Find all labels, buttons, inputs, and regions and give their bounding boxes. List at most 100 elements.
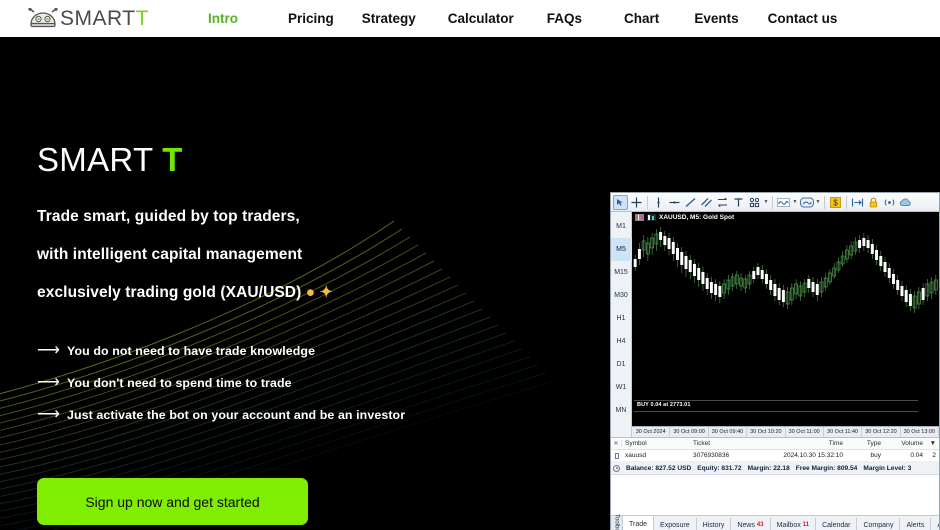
chevron-down-icon[interactable]: ▼: [792, 199, 798, 205]
table-row[interactable]: xauusd 3076930836 2024.10.30 15:32:10 bu…: [611, 450, 939, 462]
sort-caret-icon[interactable]: ▼: [926, 440, 939, 447]
timeframe-m30[interactable]: M30: [611, 284, 632, 307]
tab-mailbox[interactable]: Mailbox 11: [771, 518, 817, 530]
timeframe-h4[interactable]: H4: [611, 330, 632, 353]
timeframe-m1[interactable]: M1: [611, 215, 632, 238]
nav-link-faqs[interactable]: FAQs: [547, 11, 582, 26]
timeframe-m15[interactable]: M15: [611, 261, 632, 284]
tab-trade[interactable]: Trade: [623, 515, 655, 530]
candlestick-series: [633, 227, 938, 313]
nav-link-events[interactable]: Events: [694, 11, 738, 26]
tab-news[interactable]: News 43: [731, 518, 771, 530]
text-tool-icon[interactable]: [731, 195, 746, 210]
top-navigation-bar: SMARTT Intro Pricing Strategy Calculator…: [0, 0, 940, 37]
nav-link-intro[interactable]: Intro: [208, 11, 238, 26]
cell-volume: 0.04: [910, 452, 923, 459]
cell-symbol: xauusd: [625, 452, 646, 459]
buy-position-label: BUY 0.04 at 2773.01: [637, 402, 691, 408]
hero-subtitle-line-2: with intelligent capital management: [37, 246, 303, 264]
tab-news-label: News: [737, 521, 755, 529]
trading-platform-screenshot: ▼ ▼ ▼ $ M1 M5 M15 M30 H1 H4 D1 W1 MN XAU…: [610, 192, 940, 530]
chart-title-text: XAUUSD, M5: Gold Spot: [659, 214, 735, 221]
tab-articles[interactable]: Art: [931, 518, 939, 530]
time-tick: 30 Oct 11:40: [824, 427, 863, 437]
list-item: ⟶ You don't need to spend time to trade: [37, 375, 597, 391]
toolbox-label: Toolbox: [611, 514, 623, 530]
benefit-text: You don't need to spend time to trade: [67, 376, 292, 391]
sign-up-button[interactable]: Sign up now and get started: [37, 478, 308, 525]
vertical-line-icon[interactable]: [651, 195, 666, 210]
trendline-icon[interactable]: [683, 195, 698, 210]
chart-symbol-icon: [647, 214, 656, 221]
hero-subtitle: Trade smart, guided by top traders, with…: [37, 198, 597, 312]
gold-circle-icon: ●: [305, 284, 316, 302]
nav-link-strategy[interactable]: Strategy: [362, 11, 416, 26]
close-icon[interactable]: ✕: [611, 440, 622, 447]
column-header-ticket[interactable]: Ticket: [690, 440, 760, 447]
nav-link-contact-us[interactable]: Contact us: [768, 11, 838, 26]
column-header-time[interactable]: Time: [760, 440, 846, 447]
hero-section: SMART T Trade smart, guided by top trade…: [0, 37, 940, 530]
tab-exposure[interactable]: Exposure: [654, 518, 697, 530]
chevron-down-icon[interactable]: ▼: [815, 199, 821, 205]
timeframe-d1[interactable]: D1: [611, 353, 632, 376]
column-header-volume[interactable]: Volume: [884, 440, 926, 447]
tab-calendar[interactable]: Calendar: [816, 518, 858, 530]
list-item: ⟶ Just activate the bot on your account …: [37, 407, 597, 423]
time-tick: 30 Oct 09:40: [709, 427, 748, 437]
chevron-down-icon[interactable]: ▼: [763, 199, 769, 205]
free-margin-value: Free Margin: 809.54: [795, 464, 858, 472]
hero-subtitle-line-3-text: exclusively trading gold (XAU/USD): [37, 284, 302, 302]
tab-alerts-label: Alerts: [906, 521, 925, 529]
time-tick: 30 Oct 09:00: [670, 427, 709, 437]
benefit-text: Just activate the bot on your account an…: [67, 408, 406, 423]
nav-link-pricing[interactable]: Pricing: [288, 11, 334, 26]
autoscroll-icon[interactable]: [850, 195, 865, 210]
account-icon: [613, 464, 620, 472]
time-tick: 30 Oct 2024: [632, 427, 671, 437]
channel-icon[interactable]: [699, 195, 714, 210]
cursor-arrow-icon[interactable]: [613, 194, 628, 210]
logo-text-accent: T: [135, 6, 149, 30]
column-header-type[interactable]: Type: [846, 440, 884, 447]
signal-icon[interactable]: [882, 195, 897, 210]
platform-toolbar: ▼ ▼ ▼ $: [611, 193, 939, 212]
time-tick: 30 Oct 12:20: [862, 427, 901, 437]
nav-link-calculator[interactable]: Calculator: [448, 11, 514, 26]
timeframe-mn[interactable]: MN: [611, 399, 632, 422]
flag-icon: [635, 214, 644, 221]
account-balance-summary: Balance: 827.52 USD Equity: 831.72 Margi…: [611, 462, 939, 475]
horizontal-line-icon[interactable]: [667, 195, 682, 210]
shapes-icon[interactable]: [747, 195, 762, 210]
tab-company[interactable]: Company: [857, 518, 901, 530]
column-header-symbol[interactable]: Symbol: [622, 440, 690, 447]
list-item: ⟶ You do not need to have trade knowledg…: [37, 343, 597, 359]
arrow-right-icon: ⟶: [37, 374, 60, 392]
indicators-icon[interactable]: [776, 195, 791, 210]
cloud-icon[interactable]: [898, 195, 913, 210]
hero-title-accent: T: [162, 141, 183, 178]
toolbar-divider: [647, 195, 648, 209]
hero-subtitle-line-1: Trade smart, guided by top traders,: [37, 208, 300, 226]
crosshair-icon[interactable]: [629, 195, 644, 210]
timeframe-w1[interactable]: W1: [611, 376, 632, 399]
timeframe-h1[interactable]: H1: [611, 307, 632, 330]
nav-link-chart[interactable]: Chart: [624, 11, 659, 26]
lock-icon[interactable]: [866, 195, 881, 210]
cell-price: 2: [932, 452, 936, 459]
site-logo[interactable]: SMARTT: [28, 7, 149, 31]
cell-ticket: 3076930836: [693, 452, 730, 459]
toolbar-divider: [846, 195, 847, 209]
toolbar-divider: [772, 195, 773, 209]
equidistant-channel-icon[interactable]: [715, 195, 730, 210]
time-tick: 30 Oct 10:20: [747, 427, 786, 437]
terminal-panel: ✕ Symbol Ticket Time Type Volume ▼ xauus…: [611, 437, 939, 515]
tab-alerts[interactable]: Alerts: [900, 518, 932, 530]
arrow-right-icon: ⟶: [37, 342, 60, 360]
chart-type-icon[interactable]: [799, 195, 814, 210]
candlestick-chart[interactable]: XAUUSD, M5: Gold Spot BUY 0.04 at 2773.0…: [632, 212, 939, 437]
margin-value: Margin: 22.18: [747, 464, 790, 472]
dollar-icon[interactable]: $: [828, 195, 843, 210]
tab-history[interactable]: History: [697, 518, 732, 530]
timeframe-m5[interactable]: M5: [611, 238, 632, 261]
